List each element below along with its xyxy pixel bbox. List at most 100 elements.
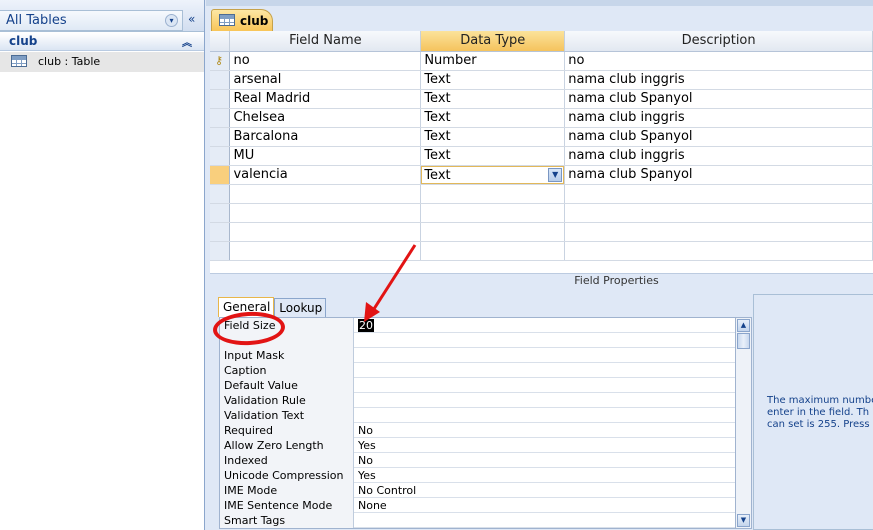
nav-item-club-table[interactable]: club : Table (0, 52, 204, 72)
property-value-field[interactable]: No (358, 453, 373, 468)
description-cell[interactable]: no (564, 51, 873, 71)
property-row[interactable]: Smart Tags (220, 513, 735, 528)
description-cell[interactable]: nama club Spanyol (564, 89, 873, 109)
chevron-down-icon[interactable]: ▼ (548, 167, 563, 182)
row-selector[interactable] (210, 70, 231, 90)
row-selector[interactable] (210, 165, 231, 185)
field-row[interactable] (210, 184, 873, 204)
row-selector[interactable] (210, 184, 231, 204)
field-row[interactable]: Chelsea Text nama club inggris (210, 108, 873, 128)
field-name-cell[interactable] (229, 184, 422, 204)
field-name-cell[interactable]: Chelsea (229, 108, 422, 128)
property-scrollbar[interactable]: ▲ ▼ (736, 317, 752, 529)
data-type-cell[interactable] (420, 241, 566, 261)
field-row[interactable] (210, 241, 873, 261)
field-row[interactable]: ⚷ no Number no (210, 51, 873, 71)
property-value-field[interactable]: None (358, 498, 387, 513)
property-value: Yes (358, 439, 376, 452)
field-name-cell[interactable]: MU (229, 146, 422, 166)
property-row[interactable]: Caption (220, 363, 735, 378)
scroll-thumb[interactable] (737, 333, 750, 349)
data-type-cell[interactable]: Text (420, 108, 566, 128)
property-name: IME Mode (220, 483, 354, 498)
field-name-cell[interactable] (229, 203, 422, 223)
property-value-field[interactable]: Yes (358, 438, 376, 453)
scroll-up-icon[interactable]: ▲ (737, 319, 750, 332)
data-type-cell[interactable] (420, 222, 566, 242)
description-cell[interactable]: nama club inggris (564, 70, 873, 90)
description-cell[interactable] (564, 222, 873, 242)
property-value-field[interactable]: No Control (358, 483, 416, 498)
field-row[interactable]: valencia Text ▼ nama club Spanyol (210, 165, 873, 185)
row-selector[interactable] (210, 127, 231, 147)
property-row[interactable]: Default Value (220, 378, 735, 393)
column-header-description[interactable]: Description (564, 31, 873, 52)
row-selector[interactable] (210, 203, 231, 223)
select-all-corner[interactable] (210, 31, 231, 52)
field-name-cell[interactable]: Real Madrid (229, 89, 422, 109)
property-row[interactable]: Validation Rule (220, 393, 735, 408)
data-type-cell[interactable]: Text ▼ (420, 165, 566, 185)
description-cell[interactable]: nama club Spanyol (564, 165, 873, 185)
description-cell[interactable]: nama club inggris (564, 108, 873, 128)
data-type-cell[interactable]: Text (420, 70, 566, 90)
column-header-field-name[interactable]: Field Name (229, 31, 422, 52)
data-type-cell[interactable] (420, 203, 566, 223)
property-name: Indexed (220, 453, 354, 468)
property-sheet: Field Size 20 Input Mask Caption Default Val… (219, 317, 736, 529)
description-cell[interactable] (564, 241, 873, 261)
property-name: Smart Tags (220, 513, 354, 528)
property-value-field[interactable]: No (358, 423, 373, 438)
description-cell[interactable]: nama club Spanyol (564, 127, 873, 147)
row-selector[interactable] (210, 89, 231, 109)
field-name-cell[interactable] (229, 222, 422, 242)
data-type-cell[interactable] (420, 184, 566, 204)
field-name-cell[interactable]: valencia (229, 165, 422, 185)
property-row[interactable]: Allow Zero Length Yes (220, 438, 735, 453)
row-selector[interactable] (210, 241, 231, 261)
chevron-down-icon[interactable]: ▾ (165, 14, 178, 27)
data-type-cell[interactable]: Text (420, 127, 566, 147)
property-row[interactable]: IME Mode No Control (220, 483, 735, 498)
collapse-group-icon[interactable]: ︽ (182, 34, 192, 49)
property-row[interactable] (220, 333, 735, 348)
row-selector[interactable]: ⚷ (210, 51, 231, 71)
row-selector[interactable] (210, 222, 231, 242)
data-type-cell[interactable]: Text (420, 146, 566, 166)
property-row[interactable]: Field Size 20 (220, 318, 735, 333)
field-row[interactable]: MU Text nama club inggris (210, 146, 873, 166)
field-row[interactable]: Real Madrid Text nama club Spanyol (210, 89, 873, 109)
field-row[interactable]: arsenal Text nama club inggris (210, 70, 873, 90)
description-cell[interactable]: nama club inggris (564, 146, 873, 166)
field-row[interactable]: Barcalona Text nama club Spanyol (210, 127, 873, 147)
data-type-cell[interactable]: Number (420, 51, 566, 71)
field-row[interactable] (210, 203, 873, 223)
property-row[interactable]: IME Sentence Mode None (220, 498, 735, 513)
field-name-cell[interactable]: Barcalona (229, 127, 422, 147)
description-cell[interactable] (564, 203, 873, 223)
tab-lookup[interactable]: Lookup (274, 298, 327, 317)
field-row[interactable] (210, 222, 873, 242)
property-row[interactable]: Indexed No (220, 453, 735, 468)
row-selector[interactable] (210, 146, 231, 166)
nav-category-dropdown[interactable]: All Tables ▾ (0, 10, 183, 31)
navigation-pane: All Tables ▾ « club ︽ club : Table (0, 0, 205, 530)
column-header-data-type[interactable]: Data Type (420, 31, 566, 52)
field-name-cell[interactable]: arsenal (229, 70, 422, 90)
field-name-cell[interactable]: no (229, 51, 422, 71)
property-value-field[interactable]: Yes (358, 468, 376, 483)
property-name: Validation Text (220, 408, 354, 423)
data-type-cell[interactable]: Text (420, 89, 566, 109)
property-row[interactable]: Validation Text (220, 408, 735, 423)
scroll-down-icon[interactable]: ▼ (737, 514, 750, 527)
property-row[interactable]: Input Mask (220, 348, 735, 363)
tab-label: club (240, 14, 269, 28)
nav-group-club[interactable]: club ︽ (0, 33, 204, 51)
tab-club[interactable]: club (211, 9, 273, 31)
property-row[interactable]: Required No (220, 423, 735, 438)
description-cell[interactable] (564, 184, 873, 204)
property-row[interactable]: Unicode Compression Yes (220, 468, 735, 483)
data-type-dropdown[interactable]: Text ▼ (421, 165, 564, 183)
collapse-pane-button[interactable]: « (188, 12, 195, 26)
row-selector[interactable] (210, 108, 231, 128)
